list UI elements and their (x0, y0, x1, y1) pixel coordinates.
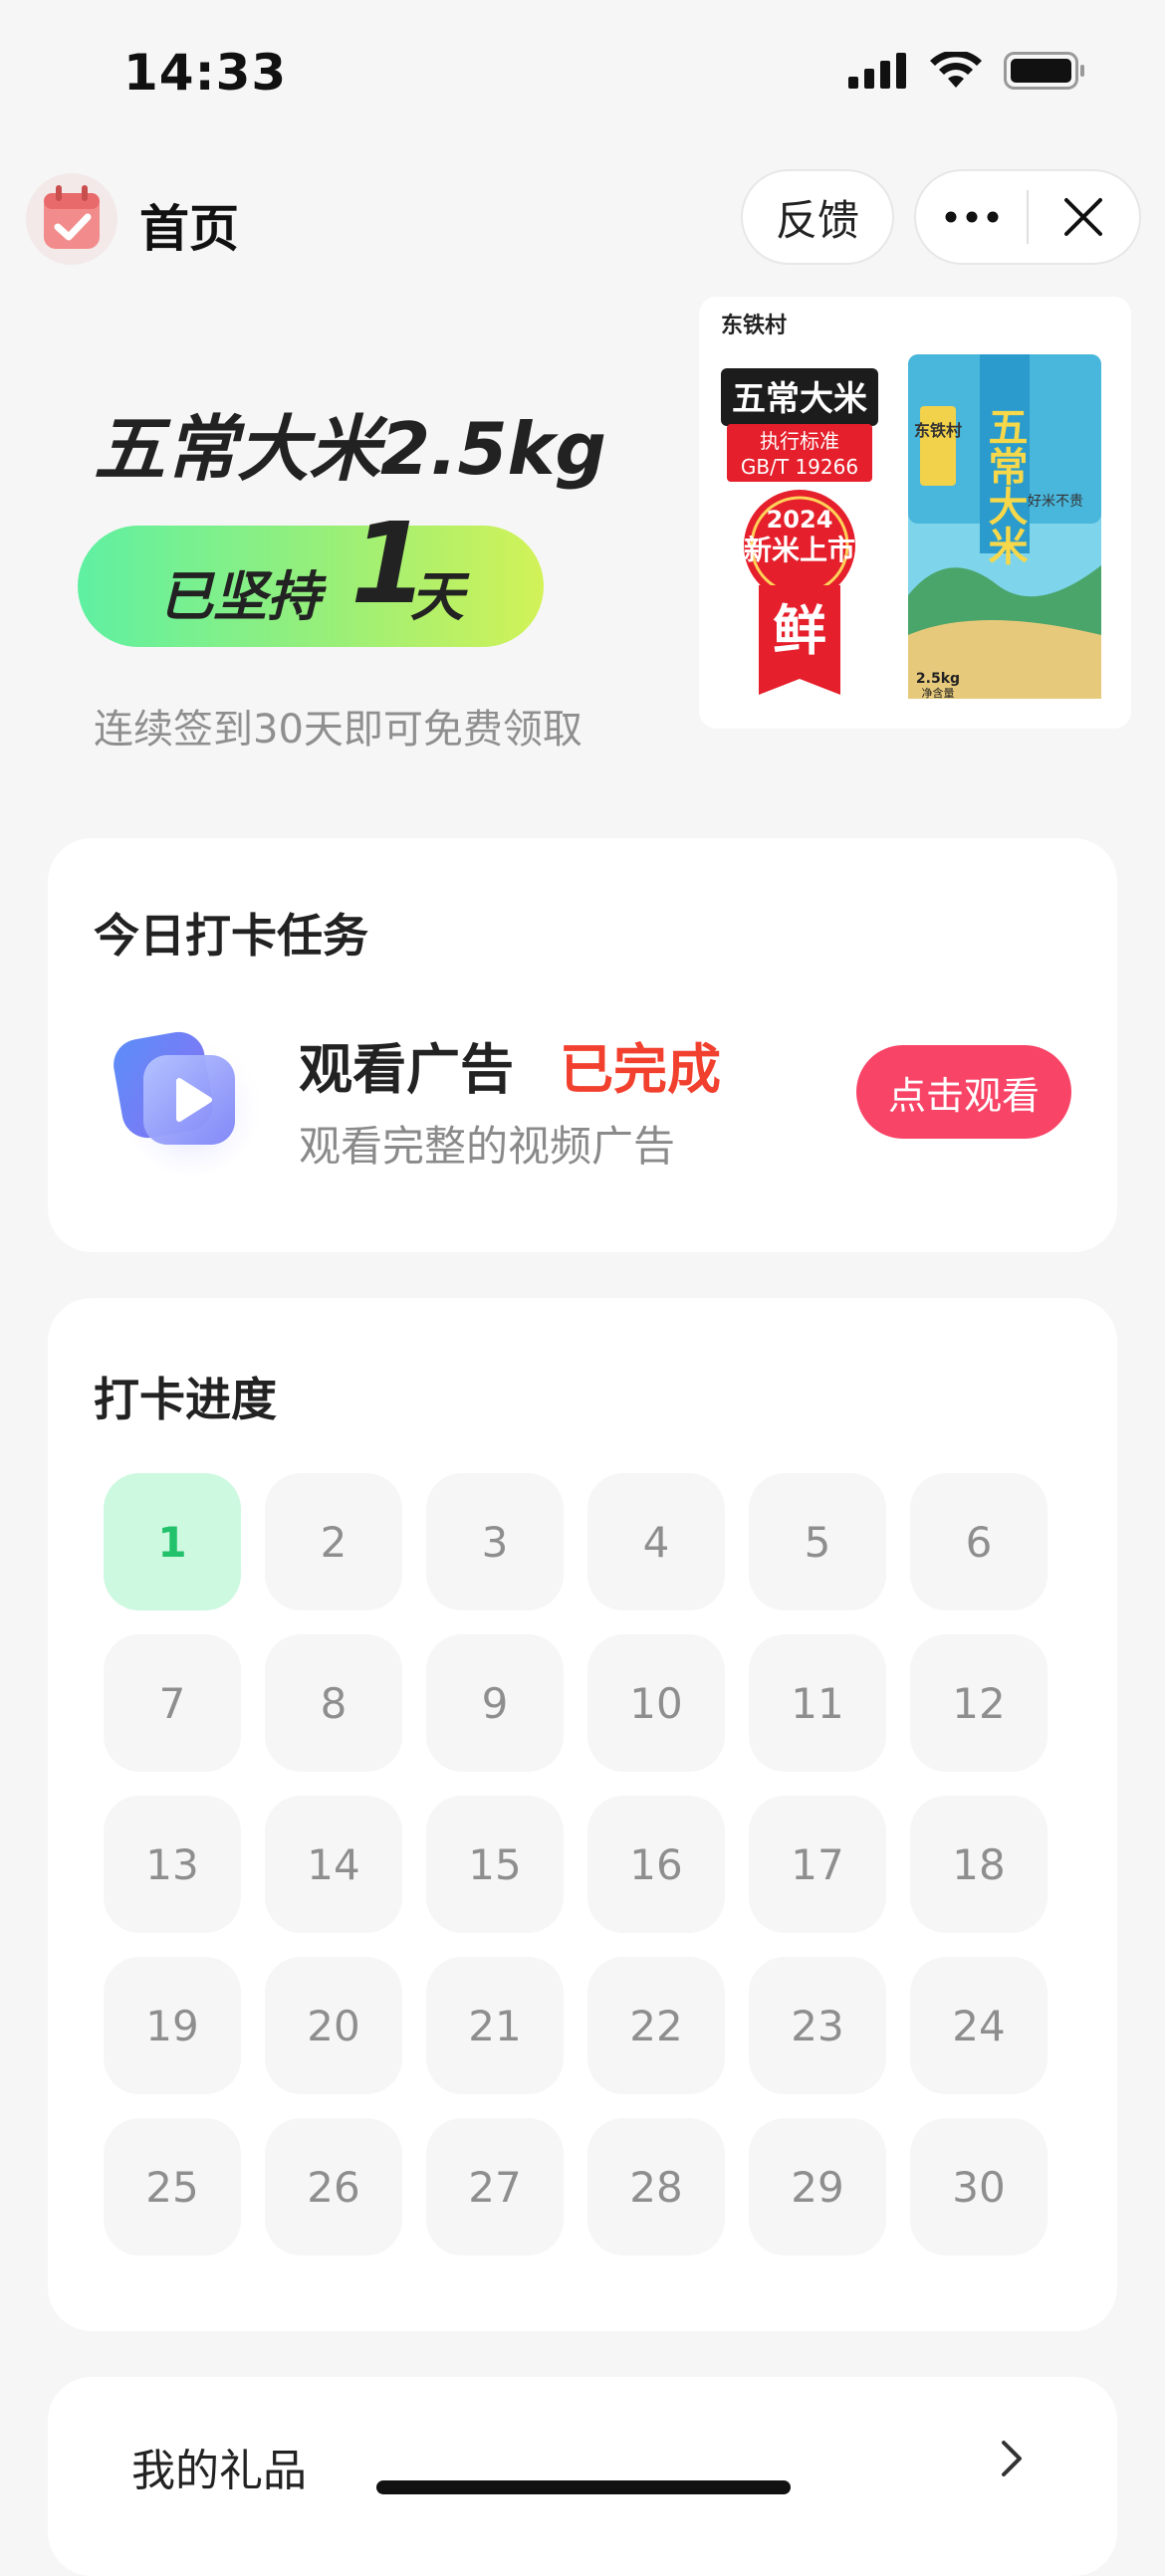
prize-description: 连续签到30天即可免费领取 (94, 707, 582, 752)
product-badge: 新米上市 (744, 534, 855, 566)
more-button[interactable] (916, 171, 1027, 263)
bag-slogan: 好米不贵 (1028, 494, 1083, 510)
close-button[interactable] (1029, 171, 1139, 263)
status-time: 14:33 (123, 44, 288, 102)
bag-weight: 2.5kg (916, 671, 960, 687)
mini-program-capsule (914, 169, 1141, 265)
wifi-icon (930, 52, 982, 88)
streak-suffix: 天 (410, 565, 464, 628)
day-cell: 2 (265, 1473, 402, 1610)
page-title: 首页 (139, 200, 239, 258)
product-standard-label: 执行标准 (760, 429, 839, 453)
close-icon (1064, 198, 1103, 236)
day-cell: 29 (749, 2118, 886, 2255)
day-cell: 12 (910, 1634, 1048, 1772)
day-cell: 1 (104, 1473, 241, 1610)
my-gifts-label: 我的礼品 (131, 2446, 307, 2496)
day-cell: 9 (426, 1634, 564, 1772)
day-cell: 15 (426, 1796, 564, 1933)
home-indicator (376, 2480, 791, 2494)
product-standard-code: GB/T 19266 (741, 455, 858, 479)
day-cell: 6 (910, 1473, 1048, 1610)
task-name: 观看广告 (299, 1038, 514, 1101)
progress-section-title: 打卡进度 (94, 1373, 277, 1426)
product-year: 2024 (767, 506, 833, 534)
feedback-button[interactable]: 反馈 (741, 169, 894, 265)
video-ad-icon (112, 1025, 261, 1175)
task-status: 已完成 (560, 1038, 721, 1101)
day-cell: 28 (587, 2118, 725, 2255)
calendar-app-icon[interactable] (24, 171, 119, 267)
watch-ad-button[interactable]: 点击观看 (856, 1045, 1071, 1139)
day-cell: 16 (587, 1796, 725, 1933)
day-cell: 26 (265, 2118, 402, 2255)
day-cell: 8 (265, 1634, 402, 1772)
day-cell: 21 (426, 1957, 564, 2094)
product-line1: 五常大米 (732, 379, 867, 419)
day-cell: 7 (104, 1634, 241, 1772)
streak-prefix: 已坚持 (159, 565, 321, 628)
day-cell: 14 (265, 1796, 402, 1933)
day-cell: 18 (910, 1796, 1048, 1933)
bag-net: 净含量 (922, 686, 955, 700)
status-icons (848, 52, 1085, 90)
day-cell: 24 (910, 1957, 1048, 2094)
task-section-title: 今日打卡任务 (94, 909, 368, 963)
bag-title: 五常大米 (982, 406, 1029, 565)
prize-name: 五常大米2.5kg (94, 407, 606, 491)
day-cell: 30 (910, 2118, 1048, 2255)
day-cell: 20 (265, 1957, 402, 2094)
day-cell: 13 (104, 1796, 241, 1933)
day-cell: 4 (587, 1473, 725, 1610)
bag-brand: 东铁村 (914, 421, 962, 440)
product-image: 东铁村 五常大米 执行标准 GB/T 19266 2024 新米上市 鲜 东铁村… (699, 297, 1131, 729)
chevron-right-icon (994, 2437, 1030, 2480)
day-cell: 10 (587, 1634, 725, 1772)
day-cell: 25 (104, 2118, 241, 2255)
product-brand: 东铁村 (721, 313, 787, 338)
checkin-day-grid: 1 2 3 4 5 6 7 8 9 10 11 12 13 14 15 16 17 18 19 20 21 22 23 24 2… (104, 1473, 1049, 2255)
day-cell: 19 (104, 1957, 241, 2094)
day-cell: 27 (426, 2118, 564, 2255)
day-cell: 23 (749, 1957, 886, 2094)
battery-icon (1004, 52, 1084, 90)
signal-icon (848, 53, 906, 89)
task-description: 观看完整的视频广告 (299, 1122, 676, 1171)
day-cell: 11 (749, 1634, 886, 1772)
day-cell: 5 (749, 1473, 886, 1610)
product-fresh: 鲜 (773, 599, 826, 662)
day-cell: 22 (587, 1957, 725, 2094)
more-icon (945, 211, 998, 223)
day-cell: 3 (426, 1473, 564, 1610)
day-cell: 17 (749, 1796, 886, 1933)
